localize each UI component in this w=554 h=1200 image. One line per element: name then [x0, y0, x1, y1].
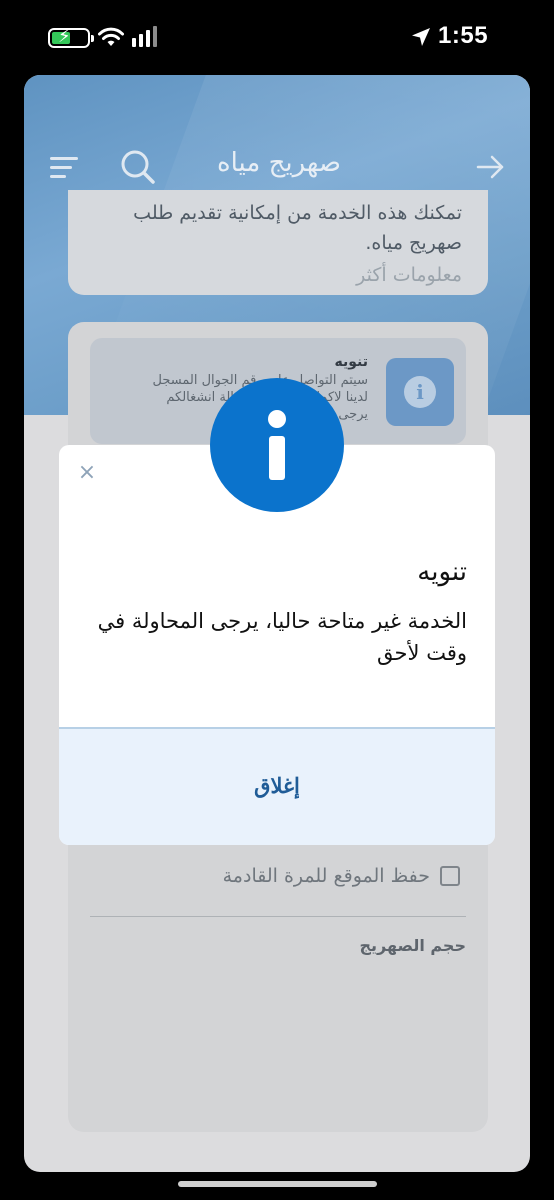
more-info-link[interactable]: معلومات أكثر — [94, 258, 462, 292]
service-description: تمكنك هذه الخدمة من إمكانية تقديم طلب صه… — [133, 202, 462, 254]
battery-icon: ⚡ — [48, 27, 94, 48]
save-location-checkbox[interactable] — [440, 866, 460, 886]
info-icon: i — [386, 358, 454, 426]
menu-icon[interactable] — [50, 155, 78, 179]
divider — [90, 916, 466, 917]
dialog-message: الخدمة غير متاحة حاليا، يرجى المحاولة في… — [97, 609, 467, 665]
home-indicator[interactable] — [178, 1181, 377, 1187]
location-arrow-icon — [412, 28, 430, 46]
notice-body-line1: سيتم التواصل على رقم الجوال المسجل — [152, 373, 368, 388]
notice-title: تنويه — [334, 354, 369, 370]
page-title: صهريج مياه — [216, 148, 341, 178]
wifi-icon — [98, 27, 124, 46]
info-badge-icon — [210, 378, 344, 512]
dialog-footer: إغلاق — [59, 727, 495, 845]
tank-size-label: حجم الصهريج — [359, 936, 467, 955]
status-time: 1:55 — [438, 22, 489, 49]
service-info-card: تمكنك هذه الخدمة من إمكانية تقديم طلب صه… — [68, 190, 488, 295]
search-icon[interactable] — [118, 148, 158, 188]
top-bar: صهريج مياه — [24, 145, 530, 189]
close-button[interactable]: إغلاق — [177, 767, 377, 807]
save-location-option[interactable]: حفظ الموقع للمرة القادمة — [198, 862, 460, 890]
close-icon[interactable]: × — [77, 462, 97, 484]
back-arrow-icon[interactable] — [476, 154, 504, 180]
dialog-title: تنويه — [417, 557, 467, 587]
save-location-label: حفظ الموقع للمرة القادمة — [222, 865, 430, 887]
status-bar: ⚡ 1:55 — [0, 0, 554, 74]
